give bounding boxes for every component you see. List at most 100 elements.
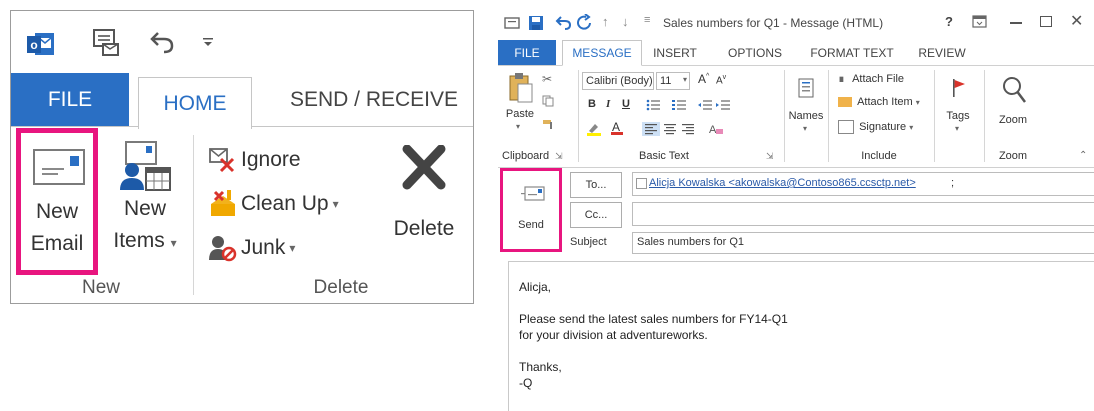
svg-text:A: A: [612, 120, 620, 134]
dropdown-arrow-icon: ▾: [909, 122, 914, 132]
undo-icon[interactable]: [148, 29, 178, 55]
body-line: [519, 343, 1079, 359]
to-field[interactable]: Alicja Kowalska <akowalska@Contoso865.cc…: [632, 172, 1094, 196]
copy-icon[interactable]: [542, 94, 554, 107]
clean-up-button[interactable]: Clean Up ▾: [209, 189, 339, 219]
customize-qat-icon[interactable]: ≡: [644, 14, 656, 32]
grow-font-icon[interactable]: A^: [698, 72, 709, 86]
font-size-select[interactable]: 11 ▾: [656, 72, 690, 90]
message-icon: [504, 16, 520, 30]
send-button[interactable]: Send: [500, 168, 562, 252]
send-receive-all-icon[interactable]: [91, 27, 121, 57]
numbering-icon[interactable]: [672, 98, 686, 110]
new-email-button[interactable]: New Email: [16, 128, 98, 275]
bullets-icon[interactable]: [646, 98, 660, 111]
delete-button[interactable]: Delete: [381, 131, 467, 271]
new-email-icon: [32, 148, 86, 188]
junk-button[interactable]: Junk ▾: [209, 233, 295, 263]
cut-icon[interactable]: ✂: [542, 72, 552, 86]
message-body[interactable]: Alicja, Please send the latest sales numb…: [508, 261, 1094, 411]
collapse-ribbon-icon[interactable]: ⌃: [1079, 150, 1087, 161]
group-label-zoom: Zoom: [998, 150, 1028, 162]
decrease-indent-icon[interactable]: [698, 98, 712, 110]
attach-file-label: Attach File: [852, 73, 905, 85]
group-separator: [578, 70, 579, 162]
redo-icon[interactable]: [576, 13, 594, 32]
attach-item-button[interactable]: Attach Item ▾: [838, 96, 920, 108]
dropdown-arrow-icon: ▾: [915, 98, 920, 107]
tab-insert[interactable]: INSERT: [650, 40, 700, 66]
tab-home[interactable]: HOME: [138, 77, 252, 129]
to-recipient[interactable]: Alicja Kowalska <akowalska@Contoso865.cc…: [649, 177, 916, 189]
address-book-icon: [797, 78, 815, 98]
down-arrow-icon[interactable]: ↓: [622, 14, 634, 32]
paste-button[interactable]: Paste ▾: [502, 70, 538, 142]
message-body-text: Alicja, Please send the latest sales numb…: [519, 279, 1079, 391]
tab-format-text[interactable]: FORMAT TEXT: [806, 40, 898, 66]
tab-message[interactable]: MESSAGE: [562, 40, 642, 66]
contact-card-icon: [636, 178, 647, 189]
tab-send-receive[interactable]: SEND / RECEIVE: [274, 73, 473, 127]
close-icon[interactable]: ✕: [1070, 11, 1083, 31]
body-line: Alicja,: [519, 280, 552, 294]
message-ribbon-body: Paste ▾ ✂ Clipboard ⇲ Calibri (Body) 11 …: [498, 65, 1094, 168]
cc-field[interactable]: [632, 202, 1094, 226]
body-line: [519, 295, 1079, 311]
names-label: Names: [788, 110, 824, 122]
shrink-font-icon[interactable]: Av: [716, 74, 726, 86]
bold-button[interactable]: B: [588, 98, 596, 110]
names-button[interactable]: Names ▾: [788, 70, 824, 146]
tab-file[interactable]: FILE: [11, 73, 129, 127]
tab-file[interactable]: FILE: [498, 40, 556, 66]
tags-button[interactable]: Tags ▾: [938, 70, 978, 146]
font-size-value: 11: [660, 75, 672, 87]
font-name-select[interactable]: Calibri (Body): [582, 72, 654, 90]
underline-button[interactable]: U: [622, 98, 630, 110]
dropdown-arrow-icon: ▾: [803, 124, 808, 133]
zoom-button[interactable]: Zoom: [988, 70, 1038, 146]
subject-field[interactable]: Sales numbers for Q1: [632, 232, 1094, 254]
ribbon-tab-row: FILE HOME SEND / RECEIVE: [11, 73, 473, 129]
message-window: ↑ ↓ ≡ Sales numbers for Q1 - Message (HT…: [498, 8, 1094, 411]
send-label: Send: [518, 219, 544, 231]
dialog-launcher-icon[interactable]: ⇲: [766, 151, 774, 162]
to-separator: ;: [951, 177, 955, 189]
new-items-button[interactable]: New Items ▾: [106, 128, 184, 275]
tab-review[interactable]: REVIEW: [914, 40, 970, 66]
cc-button[interactable]: Cc...: [570, 202, 622, 228]
title-bar: ↑ ↓ ≡ Sales numbers for Q1 - Message (HT…: [498, 8, 1094, 38]
quick-access-toolbar: o: [11, 11, 473, 73]
to-button[interactable]: To...: [570, 172, 622, 198]
font-name-value: Calibri (Body): [586, 75, 653, 87]
junk-icon: [209, 234, 237, 262]
italic-button[interactable]: I: [606, 98, 610, 110]
undo-icon[interactable]: [554, 14, 572, 32]
new-email-label-line2: Email: [30, 232, 84, 255]
tags-label: Tags: [946, 110, 970, 122]
format-painter-icon[interactable]: [542, 118, 554, 130]
body-line: for your division at adventureworks.: [519, 328, 708, 342]
help-button[interactable]: ?: [945, 14, 953, 29]
customize-qat-icon[interactable]: [201, 35, 215, 49]
dropdown-arrow-icon: ▾: [332, 197, 339, 211]
signature-button[interactable]: Signature ▾: [838, 120, 913, 134]
up-arrow-icon[interactable]: ↑: [602, 14, 614, 32]
tab-options[interactable]: OPTIONS: [724, 40, 786, 66]
ribbon-display-options-icon[interactable]: [972, 15, 988, 29]
align-left-icon[interactable]: [642, 122, 660, 136]
new-items-label-line1: New: [123, 197, 166, 220]
minimize-icon[interactable]: [1010, 22, 1022, 24]
dialog-launcher-icon[interactable]: ⇲: [555, 151, 563, 161]
font-color-icon[interactable]: A: [610, 120, 628, 136]
align-right-icon[interactable]: [680, 122, 696, 136]
increase-indent-icon[interactable]: [716, 98, 730, 110]
clear-formatting-icon[interactable]: A: [708, 122, 724, 136]
save-icon[interactable]: [528, 15, 544, 31]
ignore-button[interactable]: Ignore: [209, 145, 301, 175]
subject-label: Subject: [570, 236, 607, 248]
align-center-icon[interactable]: [662, 122, 678, 136]
highlight-color-icon[interactable]: [586, 122, 604, 136]
svg-text:o: o: [30, 38, 37, 52]
maximize-icon[interactable]: [1040, 16, 1052, 27]
attach-file-button[interactable]: ∎ Attach File: [838, 72, 904, 85]
